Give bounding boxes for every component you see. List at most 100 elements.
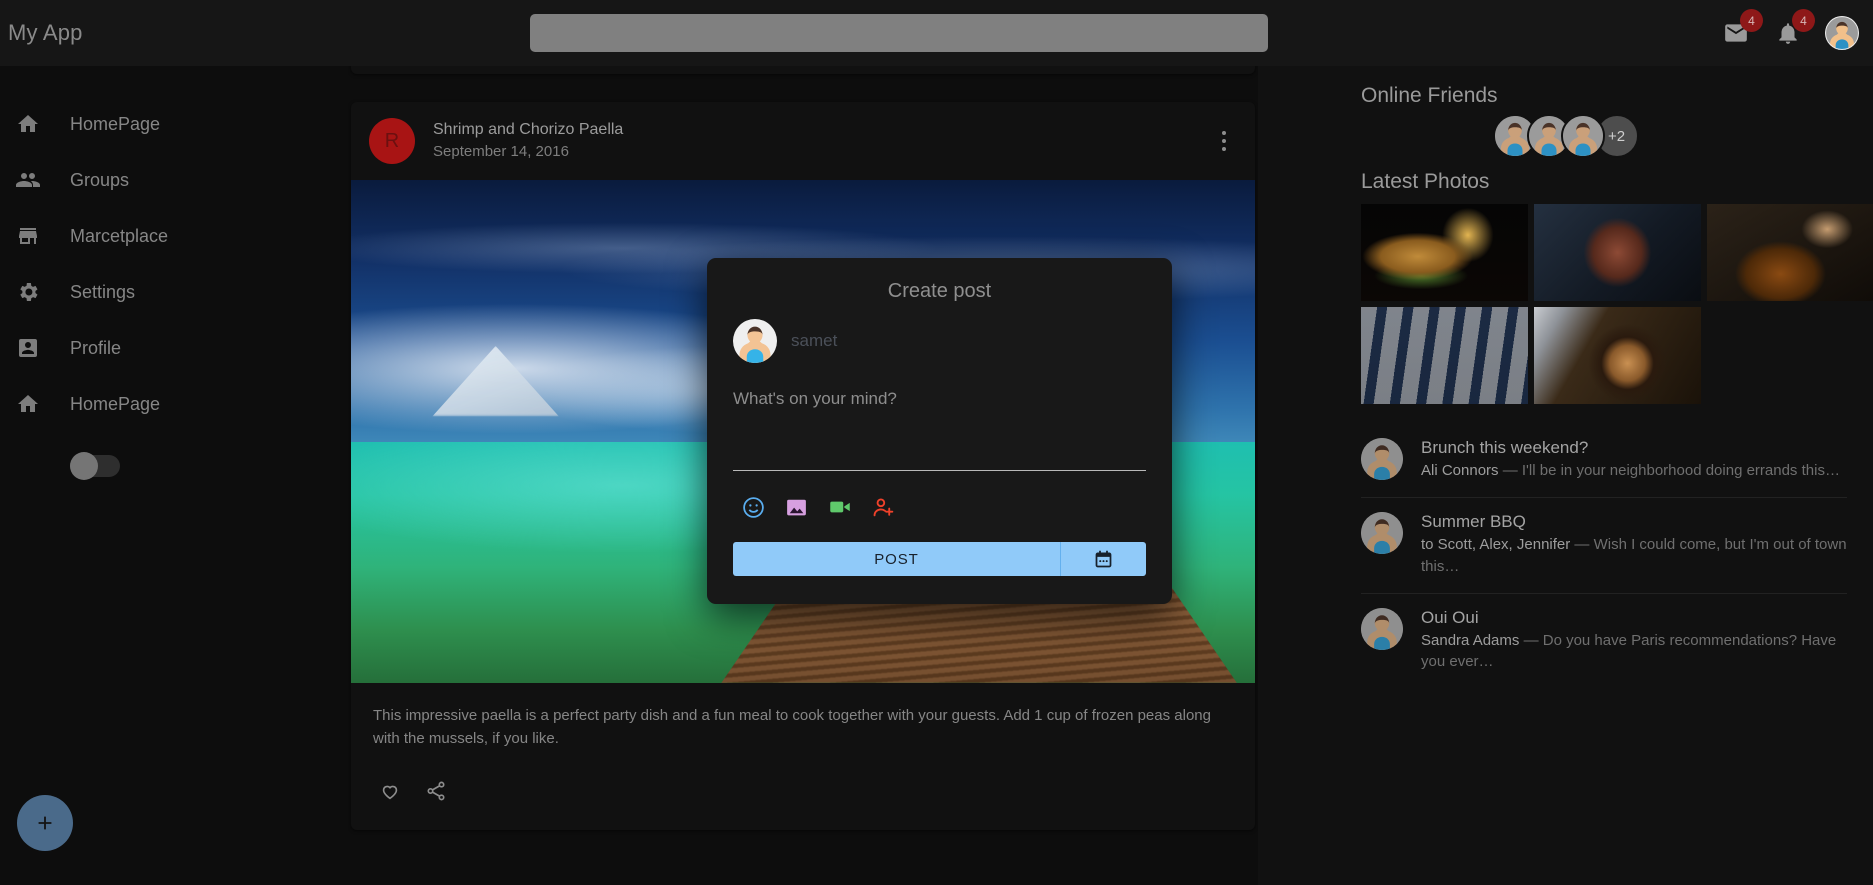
avatar-icon bbox=[1825, 16, 1859, 50]
sidebar-label: Groups bbox=[70, 169, 130, 190]
conversation-list: Brunch this weekend? Ali Connors — I'll … bbox=[1258, 404, 1873, 688]
conversation-preview: to Scott, Alex, Jennifer — Wish I could … bbox=[1421, 534, 1847, 577]
sidebar-item-groups[interactable]: Groups bbox=[0, 152, 348, 208]
share-icon bbox=[427, 781, 445, 801]
heart-icon bbox=[382, 785, 398, 800]
post-button[interactable]: POST bbox=[733, 542, 1060, 576]
dialog-user-row: samet bbox=[733, 319, 1146, 363]
sidebar-label: Settings bbox=[70, 281, 136, 302]
left-sidebar: HomePage Groups Marcetplace Settings Pro bbox=[0, 66, 348, 885]
calendar-icon bbox=[1095, 550, 1112, 567]
conversation-preview: Sandra Adams — Do you have Paris recomme… bbox=[1421, 630, 1847, 673]
post-menu-button[interactable] bbox=[1211, 124, 1237, 158]
post-title: Shrimp and Chorizo Paella bbox=[433, 120, 624, 138]
previous-post-card-stub bbox=[351, 66, 1255, 74]
share-button[interactable] bbox=[423, 778, 449, 804]
post-text-input[interactable] bbox=[733, 389, 1146, 471]
conversation-snippet: — I'll be in your neighborhood doing err… bbox=[1498, 462, 1840, 479]
emoji-icon bbox=[743, 496, 764, 518]
conversation-preview: Ali Connors — I'll be in your neighborho… bbox=[1421, 460, 1847, 481]
gear-icon bbox=[16, 280, 70, 304]
avatar-icon bbox=[1361, 438, 1403, 480]
list-item[interactable]: Brunch this weekend? Ali Connors — I'll … bbox=[1361, 424, 1847, 497]
list-item[interactable]: Oui Oui Sandra Adams — Do you have Paris… bbox=[1361, 592, 1847, 689]
tag-person-button[interactable] bbox=[871, 495, 896, 520]
create-post-dialog: Create post samet What's on your mind? P… bbox=[707, 258, 1172, 604]
avatar-icon bbox=[1361, 607, 1403, 650]
dialog-user-name: samet bbox=[791, 331, 838, 350]
dialog-button-group: POST bbox=[733, 542, 1146, 576]
emoji-button[interactable] bbox=[741, 495, 766, 520]
avatar bbox=[1361, 438, 1403, 480]
avatar-icon bbox=[1361, 512, 1403, 555]
person-add-icon bbox=[873, 498, 894, 516]
top-actions: 4 4 bbox=[1721, 0, 1859, 66]
home-icon bbox=[16, 112, 70, 136]
messages-button[interactable]: 4 bbox=[1721, 9, 1763, 48]
conversation-title: Summer BBQ bbox=[1421, 512, 1526, 532]
sidebar-label: HomePage bbox=[70, 113, 161, 134]
post-action-bar bbox=[351, 756, 1255, 830]
moon-icon bbox=[16, 455, 70, 477]
conversation-sender: Ali Connors bbox=[1421, 462, 1499, 479]
post-description: This impressive paella is a perfect part… bbox=[373, 707, 1211, 747]
online-friends-title: Online Friends bbox=[1361, 84, 1498, 107]
sidebar-item-profile[interactable]: Profile bbox=[0, 320, 348, 376]
home-icon bbox=[16, 392, 70, 416]
conversation-title: Oui Oui bbox=[1421, 607, 1479, 627]
schedule-post-button[interactable] bbox=[1060, 542, 1146, 576]
avatar bbox=[1361, 607, 1403, 650]
list-item-body: Summer BBQ to Scott, Alex, Jennifer — Wi… bbox=[1421, 512, 1847, 577]
sidebar-label: Marcetplace bbox=[70, 225, 169, 246]
store-icon bbox=[16, 224, 70, 248]
notifications-button[interactable]: 4 bbox=[1773, 9, 1815, 48]
add-fab-button[interactable] bbox=[17, 795, 73, 851]
dialog-title: Create post bbox=[887, 280, 992, 302]
conversation-sender: to Scott, Alex, Jennifer bbox=[1421, 536, 1571, 554]
list-item-body: Oui Oui Sandra Adams — Do you have Paris… bbox=[1421, 608, 1847, 673]
theme-toggle-row bbox=[0, 436, 348, 496]
list-item[interactable]: Summer BBQ to Scott, Alex, Jennifer — Wi… bbox=[1361, 497, 1847, 593]
plus-icon bbox=[38, 816, 52, 830]
dialog-attachment-icons bbox=[733, 476, 1146, 542]
sidebar-label: HomePage bbox=[70, 393, 161, 414]
app-root: My App 4 4 HomePage Groups Marcetplace S… bbox=[0, 0, 1873, 885]
avatar-icon bbox=[733, 319, 777, 363]
sidebar-item-marcetplace[interactable]: Marcetplace bbox=[0, 208, 348, 264]
avatar bbox=[1361, 512, 1403, 555]
post-header-text: Shrimp and Chorizo Paella September 14, … bbox=[433, 119, 1211, 163]
sidebar-item-homepage-2[interactable]: HomePage bbox=[0, 376, 348, 432]
latest-photos-grid bbox=[1258, 196, 1873, 404]
latest-photos-title: Latest Photos bbox=[1361, 170, 1490, 193]
user-avatar-button[interactable] bbox=[1825, 16, 1859, 50]
sidebar-item-settings[interactable]: Settings bbox=[0, 264, 348, 320]
photo-straw-hats[interactable] bbox=[1361, 307, 1528, 404]
sidebar-label: Profile bbox=[70, 337, 122, 358]
switch-knob bbox=[70, 452, 98, 480]
search-container bbox=[530, 14, 1268, 52]
sidebar-item-homepage[interactable]: HomePage bbox=[0, 96, 348, 152]
friend-avatar[interactable] bbox=[1560, 114, 1605, 158]
like-button[interactable] bbox=[377, 778, 403, 804]
online-friends-list: +2 bbox=[1258, 110, 1873, 170]
video-button[interactable] bbox=[827, 494, 853, 520]
messages-badge: 4 bbox=[1740, 9, 1763, 32]
notifications-badge: 4 bbox=[1792, 9, 1815, 32]
photo-honey-jar[interactable] bbox=[1707, 204, 1873, 301]
avatar bbox=[733, 319, 777, 363]
top-app-bar: My App 4 4 bbox=[0, 0, 1873, 66]
dark-mode-switch[interactable] bbox=[70, 452, 120, 480]
conversation-title: Brunch this weekend? bbox=[1421, 438, 1589, 457]
post-header: R Shrimp and Chorizo Paella September 14… bbox=[351, 102, 1255, 180]
more-vert-icon bbox=[1222, 131, 1226, 135]
search-input[interactable] bbox=[530, 14, 1268, 52]
conversation-sender: Sandra Adams bbox=[1421, 631, 1520, 649]
post-date: September 14, 2016 bbox=[433, 142, 569, 160]
photo-button[interactable] bbox=[784, 495, 809, 520]
photo-icon bbox=[787, 499, 806, 515]
photo-vintage-camera[interactable] bbox=[1534, 204, 1701, 301]
photo-burger-and-fries[interactable] bbox=[1361, 204, 1528, 301]
photo-latte-and-laptop[interactable] bbox=[1534, 307, 1701, 404]
right-sidebar: Online Friends +2 Latest Photos Brunch t… bbox=[1258, 66, 1873, 885]
account-box-icon bbox=[16, 336, 70, 360]
